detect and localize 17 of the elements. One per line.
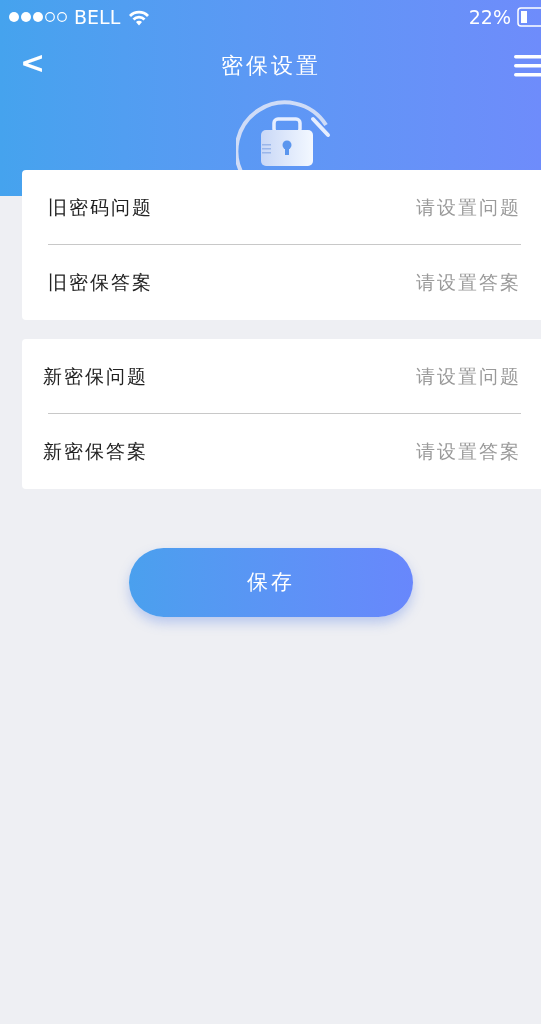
wifi-icon: [128, 8, 151, 26]
menu-icon[interactable]: [514, 55, 541, 77]
input-field[interactable]: 请设置答案: [361, 437, 521, 466]
field-label: 旧密保答案: [48, 270, 153, 296]
carrier-name: BELL: [74, 4, 121, 30]
back-button[interactable]: <: [20, 48, 46, 78]
signal-icon: [8, 11, 68, 23]
field-label: 新密保问题: [43, 363, 148, 389]
save-button[interactable]: 保存: [128, 548, 413, 617]
battery-percentage: 22%: [468, 4, 511, 30]
input-field[interactable]: 请设置答案: [361, 268, 521, 297]
page-title: 密保设置: [220, 51, 321, 80]
input-field[interactable]: 请设置问题: [361, 192, 521, 222]
battery-icon: [517, 7, 541, 27]
input-field[interactable]: 请设置问题: [361, 361, 521, 391]
field-label: 旧密码问题: [48, 194, 153, 220]
field-label: 新密保答案: [43, 439, 148, 465]
